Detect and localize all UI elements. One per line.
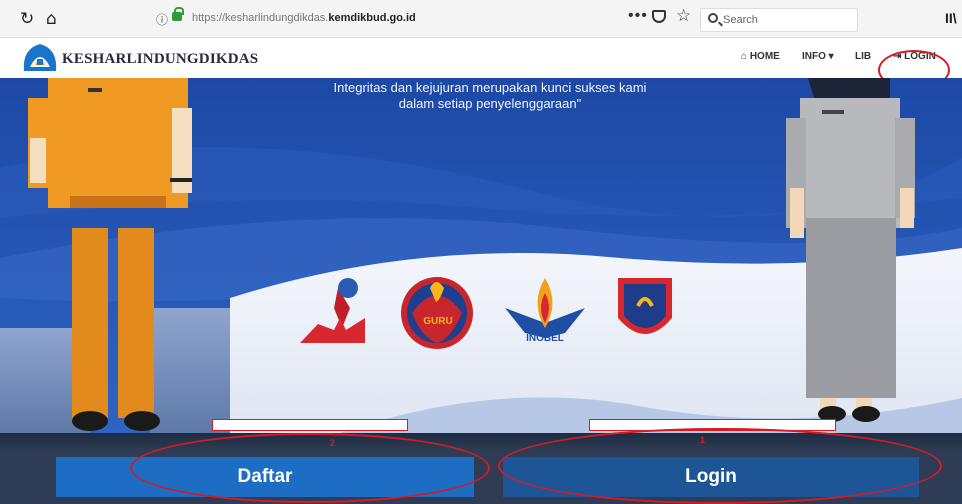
hero-illustration <box>0 78 962 433</box>
url-text[interactable]: https://kesharlindungdikdas.kemdikbud.go… <box>192 12 416 24</box>
nav-lib[interactable]: LIB <box>855 51 871 62</box>
page-actions-icon[interactable]: ••• <box>628 7 648 25</box>
daftar-marker: 2 <box>330 438 336 448</box>
nav-home[interactable]: ⌂ HOME <box>741 51 780 62</box>
home-icon[interactable]: ⌂ <box>46 9 57 29</box>
url-host: https://kesharlindungdikdas. <box>192 12 329 24</box>
daftar-button[interactable]: Daftar <box>56 457 474 497</box>
hero-tagline-1: Integritas dan kejujuran merupakan kunci… <box>333 80 647 95</box>
bookmark-star-icon[interactable]: ☆ <box>676 6 691 26</box>
site-header: KESHARLINDUNGDIKDAS ⌂ HOME INFO ▾ LIB ⇥ … <box>0 38 962 78</box>
search-box[interactable] <box>700 8 858 32</box>
search-icon <box>708 13 718 23</box>
login-marker: 1 <box>700 435 706 445</box>
annotation-box-daftar <box>212 419 408 431</box>
info-icon[interactable]: ⓘ <box>156 11 168 28</box>
tut-wuri-logo-icon[interactable] <box>20 41 60 75</box>
url-domain: kemdikbud.go.id <box>328 12 416 24</box>
library-icon[interactable]: II\ <box>945 10 957 26</box>
site-brand[interactable]: KESHARLINDUNGDIKDAS <box>62 51 258 68</box>
browser-toolbar: ↻ ⌂ ⓘ https://kesharlindungdikdas.kemdik… <box>0 0 962 38</box>
search-input[interactable] <box>723 12 853 28</box>
nav-info-label: INFO <box>802 51 826 62</box>
address-bar[interactable]: ⓘ https://kesharlindungdikdas.kemdikbud.… <box>140 6 700 32</box>
annotation-box-login <box>589 419 836 431</box>
login-button[interactable]: Login <box>503 457 919 497</box>
chevron-down-icon: ▾ <box>828 51 834 62</box>
nav-home-label: HOME <box>749 51 780 62</box>
reload-icon[interactable]: ↻ <box>20 9 34 29</box>
action-bar: Daftar Login <box>0 433 962 504</box>
guru-logo <box>401 277 473 349</box>
home-nav-icon: ⌂ <box>741 51 748 62</box>
inobel-logo-label: INOBEL <box>526 333 564 344</box>
nav-info[interactable]: INFO ▾ <box>802 51 834 62</box>
hero-tagline-2: dalam setiap penyelenggaraan" <box>398 96 582 111</box>
guru-logo-label: GURU <box>423 316 453 327</box>
hero-banner: Integritas dan kejujuran merupakan kunci… <box>0 78 962 433</box>
shield-logo <box>618 278 672 334</box>
lock-icon <box>172 7 184 21</box>
